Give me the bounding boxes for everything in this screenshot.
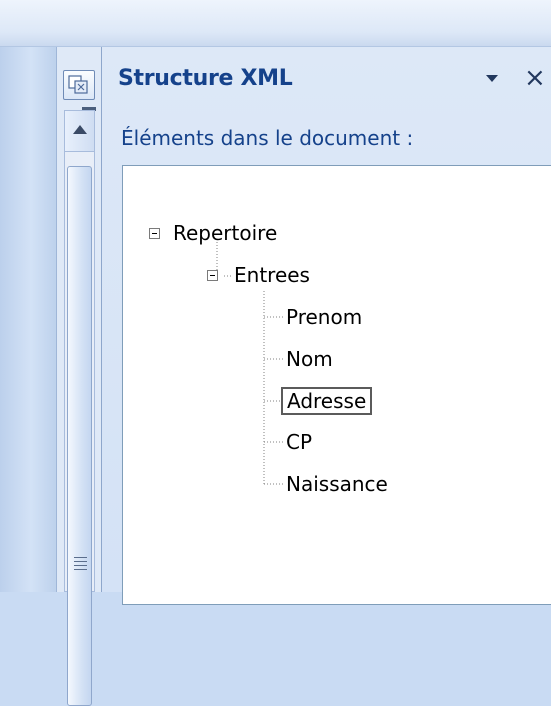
tree-node-nom[interactable]: Nom bbox=[286, 347, 333, 371]
window-top-bar bbox=[0, 0, 551, 47]
document-left-margin bbox=[0, 47, 57, 592]
scroll-up-arrow-icon[interactable] bbox=[65, 111, 94, 152]
tree-node-repertoire[interactable]: Repertoire bbox=[173, 221, 277, 245]
tree-node-prenom[interactable]: Prenom bbox=[286, 305, 362, 329]
collapse-minus-icon[interactable] bbox=[149, 228, 160, 239]
collapse-minus-icon[interactable] bbox=[207, 270, 218, 281]
vertical-scrollbar[interactable] bbox=[64, 110, 95, 706]
thumb-grip-icon bbox=[74, 557, 87, 571]
pane-title: Structure XML bbox=[118, 66, 293, 91]
xml-element-tree[interactable]: Repertoire Entrees Prenom Nom Adresse CP… bbox=[122, 165, 551, 605]
dropdown-arrow-icon[interactable] bbox=[486, 75, 498, 82]
xml-structure-icon[interactable] bbox=[63, 70, 95, 100]
close-icon[interactable]: × bbox=[524, 61, 546, 95]
scrollbar-thumb[interactable] bbox=[67, 166, 92, 706]
xml-structure-pane: Structure XML × Éléments dans le documen… bbox=[102, 47, 551, 605]
tree-node-entrees[interactable]: Entrees bbox=[234, 263, 310, 287]
elements-in-document-label: Éléments dans le document : bbox=[121, 126, 414, 150]
tree-node-naissance[interactable]: Naissance bbox=[286, 472, 388, 496]
tree-node-adresse-selected[interactable]: Adresse bbox=[281, 387, 373, 415]
tree-node-cp[interactable]: CP bbox=[286, 430, 312, 454]
